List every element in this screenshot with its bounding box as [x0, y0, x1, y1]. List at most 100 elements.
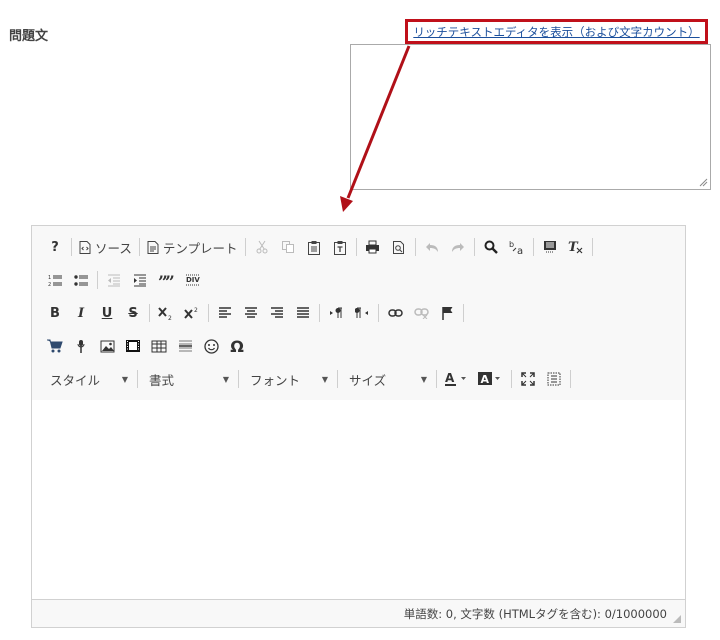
indent-button[interactable] — [127, 267, 153, 293]
strikethrough-button[interactable]: S — [120, 300, 146, 326]
templates-button[interactable]: テンプレート — [143, 234, 242, 260]
text-direction-ltr-button[interactable] — [323, 300, 349, 326]
copy-icon — [281, 241, 294, 253]
superscript-icon: 2 — [184, 307, 198, 319]
editor-resize-handle[interactable] — [673, 615, 681, 623]
paste-button[interactable] — [301, 234, 327, 260]
background-color-icon: A — [478, 372, 500, 386]
font-dropdown[interactable]: フォント ▼ — [242, 367, 334, 391]
bold-button[interactable]: B — [42, 300, 68, 326]
maximize-icon — [521, 372, 535, 386]
background-color-button[interactable]: A — [474, 366, 508, 392]
link-button[interactable] — [382, 300, 408, 326]
find-button[interactable] — [478, 234, 504, 260]
show-blocks-icon — [547, 372, 561, 386]
replace-button[interactable]: ba — [504, 234, 530, 260]
editor-content-area[interactable] — [32, 400, 685, 600]
svg-text:b: b — [509, 240, 514, 249]
div-container-icon: DIV — [185, 274, 200, 286]
cart-icon — [47, 339, 63, 353]
horizontal-rule-icon — [178, 340, 192, 352]
chevron-down-icon: ▼ — [420, 374, 427, 384]
paste-text-button[interactable] — [327, 234, 353, 260]
special-char-button[interactable]: Ω — [224, 333, 250, 359]
align-right-button[interactable] — [264, 300, 290, 326]
table-icon — [151, 340, 167, 352]
editor-footer: 単語数: 0, 文字数 (HTMLタグを含む): 0/1000000 — [32, 599, 685, 627]
blockquote-button[interactable]: ”” — [153, 267, 179, 293]
rich-text-editor: ? ソース テンプレート b a T 1 2 ” ” DIV B I U S 2… — [31, 225, 686, 628]
redo-icon — [451, 243, 464, 252]
undo-icon — [425, 243, 438, 252]
superscript-button[interactable]: 2 — [179, 300, 205, 326]
find-in-page-button[interactable] — [386, 234, 412, 260]
replace-icon: ba — [509, 240, 523, 255]
rich-editor-toggle-link[interactable]: リッチテキストエディタを表示（および文字カウント） — [413, 24, 699, 40]
remove-format-icon: T — [568, 240, 582, 254]
table-button[interactable] — [146, 333, 172, 359]
unlink-icon — [413, 308, 429, 319]
align-left-button[interactable] — [212, 300, 238, 326]
horizontal-rule-button[interactable] — [172, 333, 198, 359]
film-icon — [126, 340, 140, 352]
text-color-icon: A — [445, 371, 466, 386]
source-icon — [79, 240, 91, 254]
svg-text:2: 2 — [168, 315, 172, 320]
select-all-button[interactable] — [537, 234, 563, 260]
justify-button[interactable] — [290, 300, 316, 326]
source-button[interactable]: ソース — [75, 234, 136, 260]
justify-icon — [297, 307, 309, 318]
editor-toolbar: ? ソース テンプレート b a T 1 2 ” ” DIV B I U S 2… — [32, 226, 685, 401]
image-icon — [100, 340, 114, 352]
plain-textarea[interactable] — [350, 44, 711, 190]
bulleted-list-button[interactable] — [68, 267, 94, 293]
page-search-icon — [392, 240, 404, 254]
undo-button[interactable] — [419, 234, 445, 260]
chevron-down-icon: ▼ — [222, 374, 229, 384]
align-center-button[interactable] — [238, 300, 264, 326]
text-color-button[interactable]: A — [440, 366, 474, 392]
word-count: 単語数: 0, 文字数 (HTMLタグを含む): 0/1000000 — [403, 606, 667, 621]
align-center-icon — [245, 307, 257, 318]
subscript-button[interactable]: 2 — [153, 300, 179, 326]
text-direction-rtl-button[interactable] — [349, 300, 375, 326]
help-button[interactable]: ? — [42, 234, 68, 260]
align-right-icon — [271, 307, 283, 318]
size-dropdown[interactable]: サイズ ▼ — [341, 367, 433, 391]
microphone-button[interactable] — [68, 333, 94, 359]
video-button[interactable] — [120, 333, 146, 359]
redo-button[interactable] — [445, 234, 471, 260]
svg-text:DIV: DIV — [186, 276, 200, 284]
svg-text:”: ” — [165, 274, 174, 286]
format-dropdown[interactable]: 書式 ▼ — [141, 367, 235, 391]
flag-icon — [441, 307, 452, 320]
show-blocks-button[interactable] — [541, 366, 567, 392]
ltr-icon — [330, 307, 342, 318]
emoji-button[interactable] — [198, 333, 224, 359]
underline-button[interactable]: U — [94, 300, 120, 326]
unlink-button[interactable] — [408, 300, 434, 326]
clipboard-icon — [307, 240, 320, 255]
numbered-list-button[interactable]: 12 — [42, 267, 68, 293]
copy-button[interactable] — [275, 234, 301, 260]
image-button[interactable] — [94, 333, 120, 359]
svg-text:a: a — [517, 246, 523, 255]
italic-button[interactable]: I — [68, 300, 94, 326]
chevron-down-icon: ▼ — [121, 374, 128, 384]
resize-grip-icon[interactable] — [699, 178, 708, 187]
maximize-button[interactable] — [515, 366, 541, 392]
link-icon — [387, 309, 403, 317]
cart-button[interactable] — [42, 333, 68, 359]
align-left-icon — [219, 307, 231, 318]
remove-format-button[interactable]: T — [563, 234, 589, 260]
create-div-button[interactable]: DIV — [179, 267, 205, 293]
style-dropdown[interactable]: スタイル ▼ — [42, 367, 134, 391]
printer-icon — [366, 240, 380, 254]
rtl-icon — [355, 307, 368, 318]
outdent-button[interactable] — [101, 267, 127, 293]
indent-icon — [134, 274, 146, 286]
subscript-icon: 2 — [158, 307, 172, 320]
cut-button[interactable] — [249, 234, 275, 260]
print-button[interactable] — [360, 234, 386, 260]
anchor-button[interactable] — [434, 300, 460, 326]
